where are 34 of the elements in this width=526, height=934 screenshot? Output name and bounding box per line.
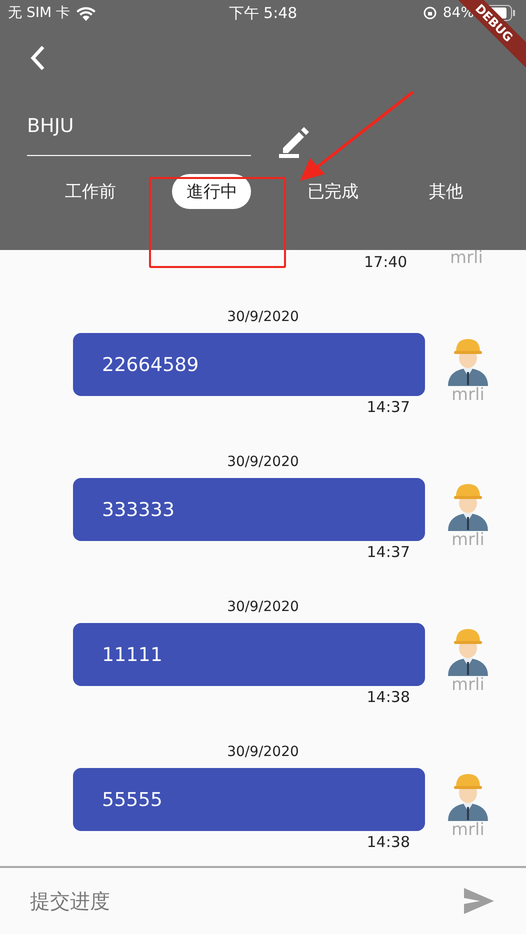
author-name: mrli <box>452 531 484 549</box>
message-bubble: 55555 <box>73 768 425 831</box>
message-time: 17:40 <box>364 253 408 271</box>
edit-icon[interactable] <box>279 124 311 158</box>
message-bubble: 333333 <box>73 478 425 541</box>
author-name: mrli <box>450 250 483 268</box>
carrier-label: 无 SIM 卡 <box>8 4 70 22</box>
message-time: 14:38 <box>366 833 411 851</box>
message-date: 30/9/2020 <box>226 453 300 472</box>
message-date: 30/9/2020 <box>226 308 300 327</box>
message-time: 14:37 <box>366 543 411 561</box>
avatar-icon <box>445 771 491 821</box>
author-name: mrli <box>452 676 484 694</box>
tab[interactable]: 進行中 <box>172 174 252 209</box>
send-icon[interactable] <box>464 888 494 914</box>
rotation-lock-icon <box>422 6 437 20</box>
author-name: mrli <box>452 386 484 404</box>
avatar-icon <box>445 626 491 676</box>
message-time: 14:38 <box>366 688 411 706</box>
tab[interactable]: 工作前 <box>51 174 130 209</box>
tab[interactable]: 已完成 <box>294 174 373 209</box>
progress-input[interactable]: 提交进度 <box>28 888 464 914</box>
message-time: 14:37 <box>366 398 411 416</box>
title-field[interactable]: BHJU <box>27 115 251 156</box>
message-bubble: 11111 <box>73 623 425 686</box>
wifi-icon <box>76 6 96 20</box>
message-bubble: 22664589 <box>73 333 425 396</box>
avatar-icon <box>445 336 491 386</box>
tab[interactable]: 其他 <box>414 174 477 209</box>
message-date: 30/9/2020 <box>226 598 300 617</box>
clock-label: 下午 5:48 <box>228 4 298 22</box>
author-name: mrli <box>452 821 484 839</box>
message-date: 30/9/2020 <box>226 743 300 762</box>
avatar-icon <box>445 481 491 531</box>
